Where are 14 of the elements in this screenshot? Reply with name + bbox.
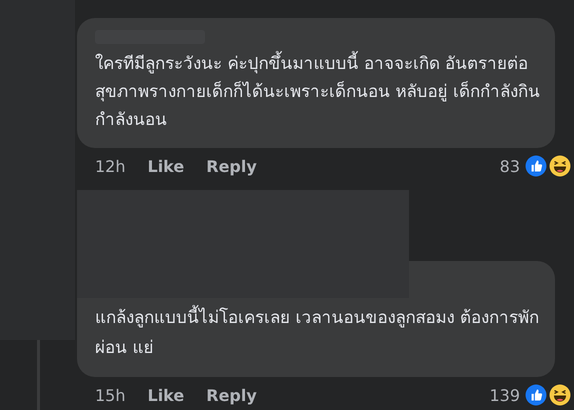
reply-link[interactable]: Reply — [206, 156, 257, 176]
thumbs-up-icon — [525, 155, 547, 177]
comment-time: 12h — [95, 156, 126, 176]
comment-time: 15h — [95, 386, 126, 404]
like-link[interactable]: Like — [148, 156, 184, 176]
laughing-emoji-icon — [549, 384, 571, 406]
reaction-count: 139 — [489, 386, 520, 404]
reaction-count: 83 — [500, 156, 520, 176]
comment-text: แกล้งลูกแบบนี้ไม่โอเครเลย เวลานอนของลูกสอมง ต้องการพักผ่อน แย่ — [95, 303, 541, 363]
thumbs-up-icon — [525, 384, 547, 406]
comment-text: ใครทีมีลูกระวังนะ ค่ะปุกขึ้นมาแบบนี้ อาจจะเกิด อันตรายต่อสุขภาพรางกายเด็กก็ได้นะเพราะเด็กนอน หลับอยู่ เด็กกำลังกินกำลังนอน — [95, 50, 541, 134]
reply-link[interactable]: Reply — [206, 386, 257, 404]
like-link[interactable]: Like — [148, 386, 184, 404]
laughing-emoji-icon — [549, 155, 571, 177]
